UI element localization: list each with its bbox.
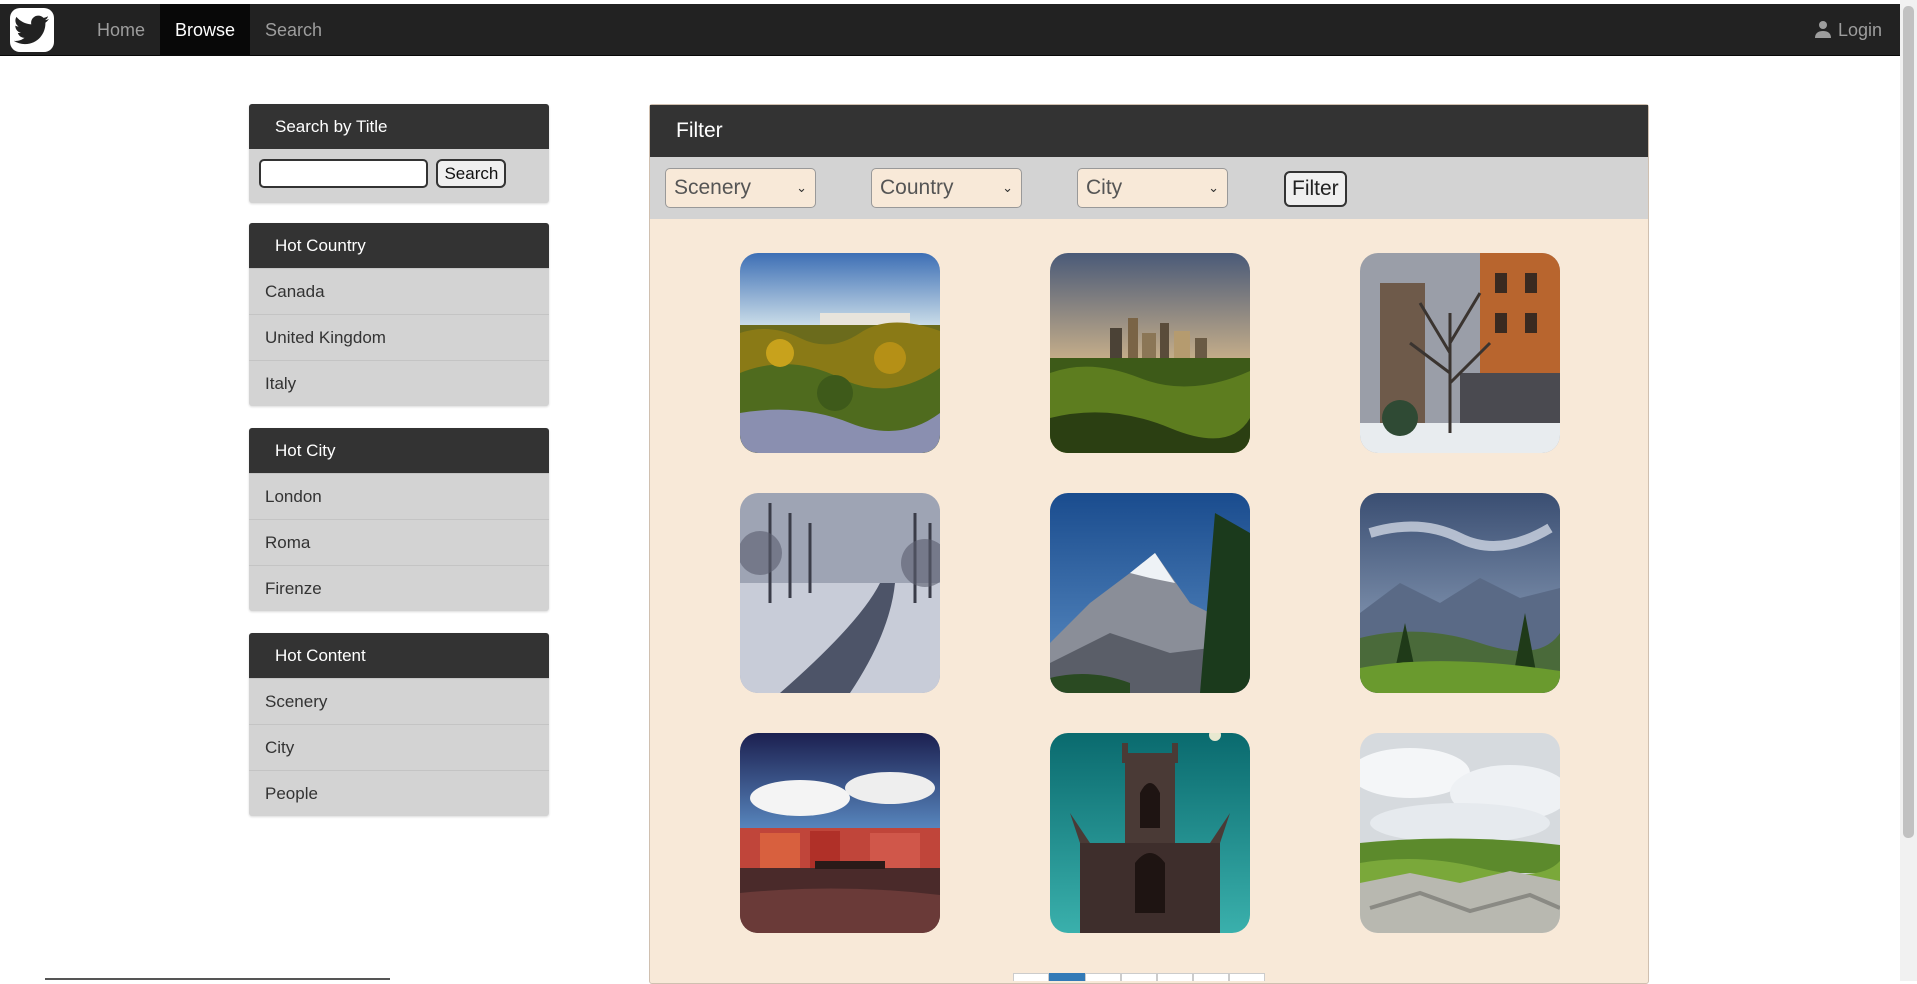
hot-content-item[interactable]: Scenery [249, 678, 549, 724]
photo-mountain-valley[interactable] [1360, 493, 1560, 693]
photo-autumn-forest-buildings[interactable] [740, 253, 940, 453]
city-select[interactable]: City ⌄ [1077, 168, 1228, 208]
page-scrollbar[interactable] [1900, 0, 1917, 981]
hot-country-item[interactable]: United Kingdom [249, 314, 549, 360]
chevron-down-icon: ⌄ [1208, 180, 1219, 195]
hot-content-title: Hot Content [249, 633, 549, 678]
photo-city-skyline-forest[interactable] [1050, 253, 1250, 453]
hot-country-panel: Hot Country Canada United Kingdom Italy [249, 223, 549, 406]
photo-mountain-peak[interactable] [1050, 493, 1250, 693]
photo-snowy-brick-building[interactable] [1360, 253, 1560, 453]
hot-content-panel: Hot Content Scenery City People [249, 633, 549, 816]
hot-city-panel: Hot City London Roma Firenze [249, 428, 549, 611]
content-select-value: Scenery [674, 176, 752, 199]
hot-content-item[interactable]: City [249, 724, 549, 770]
scrollbar-thumb[interactable] [1903, 6, 1914, 838]
hot-city-item[interactable]: Firenze [249, 565, 549, 611]
content-select[interactable]: Scenery ⌄ [665, 168, 816, 208]
title-search-input[interactable] [259, 159, 428, 188]
hot-country-title: Hot Country [249, 223, 549, 268]
top-navbar: Home Browse Search Login [0, 4, 1900, 56]
search-panel-title: Search by Title [249, 104, 549, 149]
login-link[interactable]: Login [1814, 4, 1882, 56]
login-label: Login [1837, 20, 1882, 40]
hot-city-item[interactable]: London [249, 473, 549, 519]
photo-harbor-red-buildings[interactable] [740, 733, 940, 933]
hot-city-title: Hot City [249, 428, 549, 473]
nav-search[interactable]: Search [250, 4, 337, 56]
hot-country-item[interactable]: Italy [249, 360, 549, 406]
search-panel-body: Search [249, 149, 549, 203]
hot-city-item[interactable]: Roma [249, 519, 549, 565]
chevron-down-icon: ⌄ [796, 180, 807, 195]
search-button[interactable]: Search [436, 159, 507, 188]
hot-country-item[interactable]: Canada [249, 268, 549, 314]
filter-button[interactable]: Filter [1284, 171, 1347, 207]
nav-browse[interactable]: Browse [160, 4, 251, 56]
bird-logo-icon[interactable] [10, 8, 54, 52]
filter-panel: Filter Scenery ⌄ Country ⌄ City ⌄ Filter [649, 104, 1649, 984]
hot-content-item[interactable]: People [249, 770, 549, 816]
filter-bar: Scenery ⌄ Country ⌄ City ⌄ Filter [650, 157, 1648, 219]
nav-home[interactable]: Home [82, 4, 160, 56]
user-icon [1814, 21, 1831, 38]
country-select-value: Country [880, 176, 954, 199]
photo-rocky-coast-clouds[interactable] [1360, 733, 1560, 933]
search-panel: Search by Title Search [249, 104, 549, 203]
country-select[interactable]: Country ⌄ [871, 168, 1022, 208]
filter-title: Filter [650, 105, 1648, 157]
city-select-value: City [1086, 176, 1123, 199]
photo-snowy-path[interactable] [740, 493, 940, 693]
chevron-down-icon: ⌄ [1002, 180, 1013, 195]
photo-gothic-church[interactable] [1050, 733, 1250, 933]
